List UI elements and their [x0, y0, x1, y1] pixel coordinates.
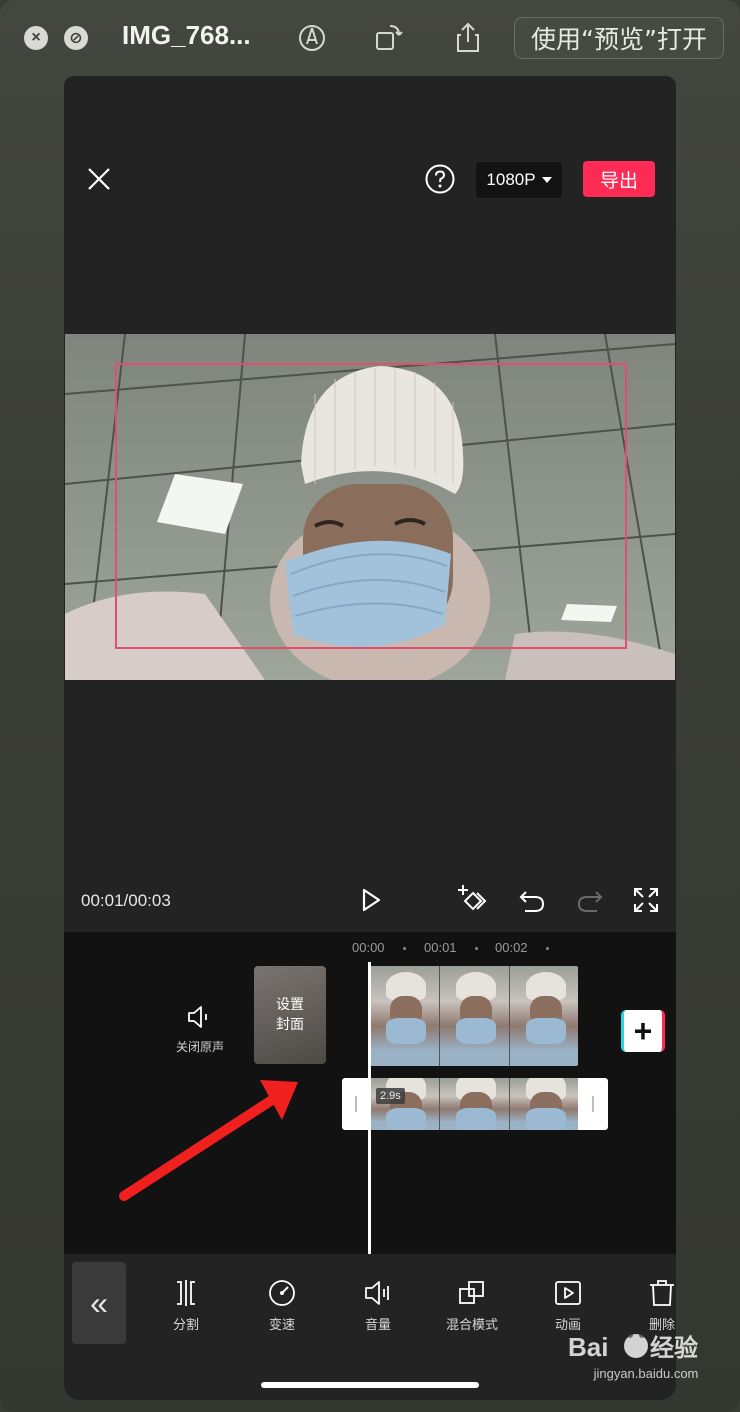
- overlay-clip[interactable]: [342, 1078, 608, 1130]
- fullscreen-icon[interactable]: [630, 884, 662, 916]
- minimize-window-button[interactable]: ⊘: [64, 26, 88, 50]
- blend-mode-icon: [459, 1281, 484, 1304]
- help-icon[interactable]: [424, 163, 456, 195]
- close-window-button[interactable]: ×: [24, 26, 48, 50]
- main-video-clip[interactable]: [370, 966, 578, 1066]
- video-preview[interactable]: [65, 334, 675, 680]
- ruler-tick: [546, 947, 549, 950]
- selection-frame[interactable]: [115, 363, 627, 649]
- blend-mode-tool[interactable]: 混合模式: [430, 1278, 514, 1333]
- duration-badge: 2.9s: [376, 1088, 405, 1104]
- time-display: 00:01/00:03: [81, 891, 171, 910]
- clip-thumbnail: [510, 1078, 578, 1130]
- speed-icon: [269, 1280, 295, 1306]
- window-titlebar: × ⊘ IMG_768... 使用“预览”打开: [0, 0, 740, 76]
- home-indicator[interactable]: [261, 1382, 479, 1388]
- export-button[interactable]: 导出: [583, 161, 655, 197]
- volume-icon: [365, 1281, 389, 1305]
- chevron-down-icon: [541, 177, 552, 183]
- resolution-dropdown[interactable]: 1080P: [476, 162, 562, 198]
- window-title: IMG_768...: [122, 20, 251, 50]
- trim-handle-right[interactable]: [592, 1096, 594, 1112]
- rotate-icon[interactable]: [370, 20, 406, 56]
- speed-tool[interactable]: 变速: [240, 1278, 324, 1333]
- ruler-tick: [475, 947, 478, 950]
- playhead[interactable]: [368, 962, 371, 1254]
- clip-thumbnail: [370, 966, 440, 1066]
- add-clip-button[interactable]: +: [621, 1010, 665, 1052]
- red-arrow-annotation: [119, 1080, 298, 1201]
- resolution-label: 1080P: [486, 170, 536, 189]
- baidu-logo-icon: Bai 经验: [568, 1332, 698, 1362]
- clip-thumbnail: [370, 1078, 440, 1130]
- ruler-label: 00:02: [495, 940, 528, 955]
- svg-text:Bai: Bai: [568, 1332, 608, 1362]
- overlay-thumbnails: [370, 1078, 578, 1130]
- clip-thumbnail: [440, 966, 510, 1066]
- trim-handle-left[interactable]: [355, 1096, 357, 1112]
- undo-icon[interactable]: [516, 884, 548, 916]
- collapse-button[interactable]: «: [72, 1262, 126, 1344]
- animation-tool[interactable]: 动画: [526, 1278, 610, 1333]
- clip-thumbnail: [440, 1078, 510, 1130]
- ruler-label: 00:00: [352, 940, 385, 955]
- baidu-watermark: Bai 经验 jingyan.baidu.com: [566, 1326, 726, 1386]
- ruler-label: 00:01: [424, 940, 457, 955]
- ruler-tick: [403, 947, 406, 950]
- delete-tool[interactable]: 删除: [620, 1278, 676, 1333]
- quicklook-window: × ⊘ IMG_768... 使用“预览”打开 1080P 导出 00:01/0…: [0, 0, 740, 1412]
- watermark-text: jingyan.baidu.com: [593, 1366, 699, 1381]
- close-icon[interactable]: [84, 164, 114, 194]
- split-label: 分割: [172, 1318, 199, 1333]
- delete-icon: [650, 1280, 674, 1306]
- animation-icon: [555, 1281, 581, 1305]
- play-icon[interactable]: [354, 884, 386, 916]
- svg-text:经验: 经验: [650, 1334, 698, 1362]
- share-icon[interactable]: [450, 20, 486, 56]
- volume-tool[interactable]: 音量: [336, 1278, 420, 1333]
- clip-thumbnail: [510, 966, 578, 1066]
- volume-label: 音量: [364, 1318, 391, 1333]
- open-with-preview-button[interactable]: 使用“预览”打开: [514, 17, 724, 59]
- markup-icon[interactable]: [294, 20, 330, 56]
- redo-icon[interactable]: [574, 884, 606, 916]
- split-tool[interactable]: 分割: [144, 1278, 228, 1333]
- speed-label: 变速: [268, 1318, 295, 1333]
- blend-mode-label: 混合模式: [445, 1318, 498, 1333]
- keyframe-add-icon[interactable]: [456, 884, 488, 916]
- split-icon: [177, 1280, 195, 1306]
